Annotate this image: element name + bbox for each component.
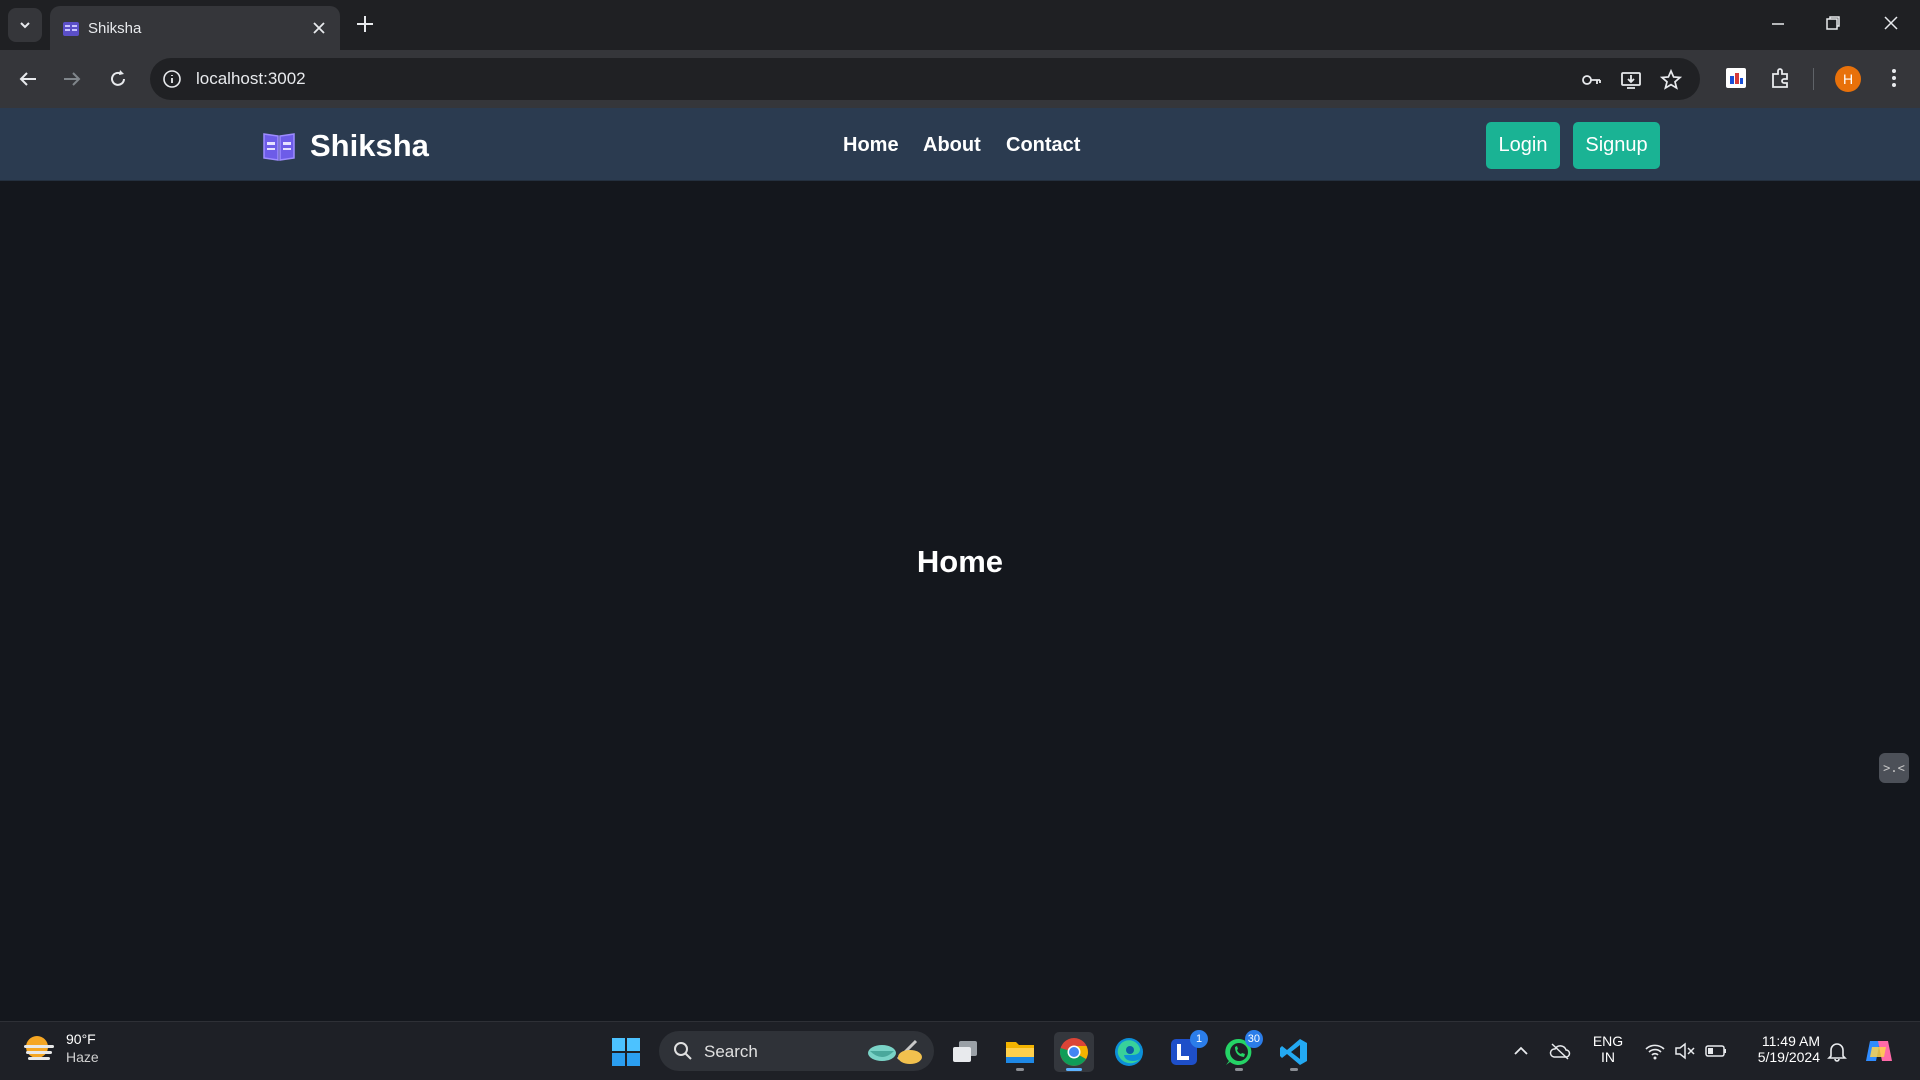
onedrive-cloud-icon[interactable] (1549, 1041, 1571, 1061)
page-heading: Home (916, 544, 1004, 579)
browser-toolbar: localhost:3002 (0, 50, 1920, 108)
battery-icon[interactable] (1704, 1041, 1728, 1061)
weather-condition: Haze (66, 1049, 99, 1065)
chrome-icon (1059, 1038, 1088, 1066)
sun-haze-icon (24, 1036, 54, 1060)
side-widget-button[interactable]: >.< (1879, 753, 1909, 783)
toolbar-divider (1813, 68, 1814, 90)
nav-link-about[interactable]: About (923, 134, 981, 157)
page-content: Home >.< (0, 181, 1920, 1021)
url-text[interactable]: localhost:3002 (196, 69, 306, 89)
vscode-icon (1280, 1039, 1307, 1065)
browser-tab[interactable]: Shiksha (50, 6, 340, 50)
speaker-muted-icon[interactable] (1674, 1041, 1696, 1061)
folder-icon (1006, 1042, 1034, 1063)
tab-search-button[interactable] (8, 8, 42, 42)
menu-dots-icon[interactable] (1882, 66, 1906, 90)
start-button[interactable] (606, 1032, 646, 1072)
edge-taskbar-button[interactable] (1109, 1032, 1149, 1072)
nav-link-contact[interactable]: Contact (1006, 134, 1080, 157)
language-code: ENG (1592, 1033, 1624, 1049)
running-indicator (1235, 1068, 1243, 1071)
new-tab-icon[interactable] (354, 13, 376, 35)
search-icon (674, 1042, 692, 1060)
bookmark-star-icon[interactable] (1660, 69, 1682, 91)
back-arrow-icon[interactable] (16, 67, 40, 91)
windows-logo-icon (612, 1038, 640, 1066)
site-info-icon[interactable] (162, 69, 182, 89)
brand-logo-link[interactable]: Shiksha (262, 128, 429, 164)
running-indicator (1290, 1068, 1298, 1071)
lens-app-button[interactable]: 1 (1164, 1030, 1208, 1072)
restore-icon[interactable] (1823, 13, 1843, 33)
tab-title: Shiksha (88, 20, 142, 37)
wifi-icon[interactable] (1644, 1041, 1666, 1061)
browser-tab-bar: Shiksha (0, 0, 1920, 50)
puzzle-extensions-icon[interactable] (1769, 66, 1793, 90)
file-explorer-button[interactable] (1000, 1032, 1040, 1072)
nav-link-home[interactable]: Home (843, 134, 899, 157)
search-label: Search (704, 1042, 758, 1061)
forward-arrow-icon[interactable] (60, 67, 84, 91)
profile-avatar[interactable]: H (1835, 66, 1861, 92)
edge-icon (1115, 1038, 1143, 1066)
weather-temperature: 90°F (66, 1031, 96, 1047)
notification-badge: 30 (1244, 1030, 1263, 1048)
region-code: IN (1601, 1049, 1615, 1065)
copilot-icon[interactable] (1864, 1037, 1894, 1065)
password-key-icon[interactable] (1580, 69, 1602, 91)
brand-name: Shiksha (310, 128, 429, 163)
address-bar[interactable]: localhost:3002 (150, 58, 1700, 100)
windows-taskbar: 90°F Haze Search 1 30 ENG IN 11:49 AM 5/… (0, 1021, 1920, 1080)
language-indicator[interactable]: ENG IN (1590, 1033, 1626, 1065)
notification-bell-icon[interactable] (1826, 1040, 1848, 1062)
reload-icon[interactable] (106, 67, 130, 91)
weather-widget[interactable]: 90°F Haze (22, 1031, 99, 1065)
chevron-up-icon[interactable] (1512, 1042, 1530, 1060)
signup-button[interactable]: Signup (1573, 122, 1660, 169)
whatsapp-button[interactable]: 30 (1219, 1030, 1263, 1072)
minimize-icon[interactable] (1768, 13, 1788, 33)
active-indicator (1066, 1068, 1082, 1071)
task-view-button[interactable] (945, 1032, 985, 1072)
task-view-icon (953, 1041, 977, 1062)
book-logo-icon (263, 133, 295, 161)
extension-icon[interactable] (1724, 66, 1748, 90)
clock-date: 5/19/2024 (1757, 1049, 1820, 1065)
notification-badge: 1 (1190, 1030, 1208, 1048)
running-indicator (1016, 1068, 1024, 1071)
chrome-taskbar-button[interactable] (1054, 1032, 1094, 1072)
clock-time: 11:49 AM (1761, 1033, 1820, 1049)
chevron-down-icon (20, 22, 30, 29)
close-window-icon[interactable] (1881, 13, 1901, 33)
login-button[interactable]: Login (1486, 122, 1560, 169)
vscode-button[interactable] (1274, 1032, 1314, 1072)
install-app-icon[interactable] (1620, 69, 1642, 91)
site-navbar: Shiksha Home About Contact Login Signup (0, 108, 1920, 181)
search-highlight-icon (868, 1039, 922, 1064)
book-favicon-icon (63, 22, 79, 36)
clock[interactable]: 11:49 AM 5/19/2024 (1744, 1033, 1820, 1065)
close-tab-icon[interactable] (310, 19, 328, 37)
taskbar-search-box[interactable]: Search (659, 1031, 934, 1071)
